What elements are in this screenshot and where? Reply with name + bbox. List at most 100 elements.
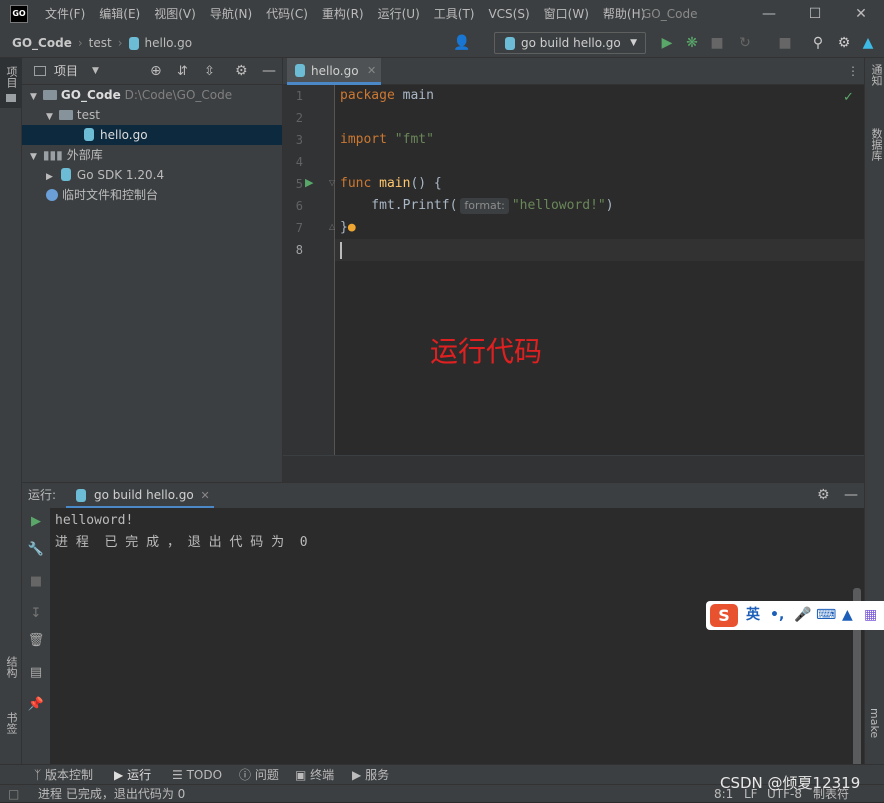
- menu-code[interactable]: 代码(C): [259, 0, 315, 28]
- run-gutter-icon[interactable]: ▶: [305, 176, 313, 189]
- left-tool-strip: 项目 结构 书签: [0, 58, 22, 786]
- line-number: 3: [295, 133, 303, 147]
- breadcrumb-project[interactable]: GO_Code: [12, 28, 72, 58]
- breadcrumb-folder[interactable]: test: [89, 28, 112, 58]
- coverage-icon[interactable]: ■: [707, 33, 727, 53]
- settings-gear-icon[interactable]: ⚙: [834, 33, 854, 53]
- maximize-button[interactable]: ☐: [792, 0, 838, 28]
- tree-item-external-libraries[interactable]: ▼ ▮▮▮ 外部库: [22, 145, 282, 165]
- go-file-icon: [76, 489, 86, 502]
- toolbox-icon[interactable]: ▲: [858, 33, 878, 53]
- pin-icon[interactable]: 📌: [27, 696, 45, 714]
- run-icon[interactable]: ▶: [657, 33, 677, 53]
- minimize-button[interactable]: —: [746, 0, 792, 28]
- tab-version-control[interactable]: ᛉ 版本控制: [34, 765, 93, 785]
- go-file-icon: [505, 37, 515, 50]
- tab-label: 终端: [310, 768, 335, 782]
- code-text: }: [340, 220, 348, 235]
- trash-icon[interactable]: 🗑: [27, 632, 45, 650]
- tab-terminal[interactable]: ▣ 终端: [295, 765, 334, 785]
- go-file-icon: [84, 128, 94, 141]
- tree-item-go-sdk[interactable]: ▶ Go SDK 1.20.4: [22, 165, 282, 185]
- line-number: 4: [295, 155, 303, 169]
- code-string: "helloword!": [511, 198, 606, 213]
- lightbulb-icon[interactable]: ●: [348, 220, 356, 235]
- project-tool-tab[interactable]: 项目: [3, 66, 19, 88]
- settings-gear-icon[interactable]: ⚙: [235, 58, 248, 85]
- scroll-to-end-icon[interactable]: ↧: [27, 605, 45, 623]
- ime-toolbar[interactable]: S 英 •, 🎤 ⌨ ▲ ▦: [706, 601, 884, 630]
- project-panel-title[interactable]: 项目: [54, 58, 78, 85]
- ime-language[interactable]: 英: [746, 601, 760, 630]
- line-number: 2: [295, 111, 303, 125]
- menu-tools[interactable]: 工具(T): [427, 0, 482, 28]
- menu-refactor[interactable]: 重构(R): [315, 0, 371, 28]
- collapse-all-icon[interactable]: ⇳: [204, 58, 215, 85]
- menu-view[interactable]: 视图(V): [147, 0, 203, 28]
- tab-run[interactable]: ▶ 运行: [114, 765, 151, 785]
- status-toggle-icon[interactable]: □: [8, 785, 19, 803]
- tab-label: TODO: [186, 768, 223, 782]
- profile-icon[interactable]: ↻: [735, 33, 755, 53]
- ime-punctuation[interactable]: •,: [770, 601, 784, 630]
- microphone-icon[interactable]: 🎤: [794, 601, 811, 630]
- debug-icon[interactable]: ❋: [682, 33, 702, 53]
- tab-hello-go[interactable]: hello.go ✕: [287, 58, 381, 85]
- breadcrumb-file[interactable]: hello.go: [145, 28, 193, 58]
- run-tab[interactable]: go build hello.go ✕: [66, 483, 214, 508]
- wrench-icon[interactable]: 🔧: [27, 541, 45, 559]
- user-icon[interactable]: 👤: [452, 33, 472, 53]
- database-tool-tab[interactable]: 数据库: [868, 128, 884, 161]
- scratches-icon: [46, 189, 58, 201]
- line-number: 8: [295, 243, 303, 257]
- stop-icon[interactable]: ■: [775, 33, 795, 53]
- notifications-tool-tab[interactable]: 通知: [868, 64, 884, 86]
- rerun-icon[interactable]: ▶: [27, 513, 45, 531]
- menu-window[interactable]: 窗口(W): [537, 0, 596, 28]
- tab-todo[interactable]: ☰ TODO: [172, 765, 222, 785]
- layout-icon[interactable]: ▤: [27, 664, 45, 682]
- tree-item-test-folder[interactable]: ▼ test: [22, 105, 282, 125]
- close-tab-icon[interactable]: ✕: [200, 483, 209, 508]
- stop-icon[interactable]: ■: [27, 573, 45, 591]
- code-content[interactable]: package main import "fmt" func main() { …: [340, 85, 864, 455]
- tree-item-project-root[interactable]: ▼ GO_Code D:\Code\GO_Code: [22, 85, 282, 105]
- run-icon: ▶: [114, 768, 124, 782]
- menu-vcs[interactable]: VCS(S): [481, 0, 536, 28]
- chevron-down-icon[interactable]: ▼: [92, 58, 99, 85]
- expand-all-icon[interactable]: ⇵: [177, 58, 188, 85]
- tree-item-scratches[interactable]: 临时文件和控制台: [22, 185, 282, 205]
- tab-services[interactable]: ▶ 服务: [352, 765, 389, 785]
- editor-tab-bar: hello.go ✕ ⋮: [283, 58, 864, 85]
- run-panel-label: 运行:: [28, 488, 57, 502]
- keyboard-icon[interactable]: ⌨: [816, 601, 836, 630]
- menu-file[interactable]: 文件(F): [38, 0, 92, 28]
- structure-tool-tab[interactable]: 结构: [3, 656, 19, 678]
- fold-icon[interactable]: △: [329, 222, 335, 231]
- skin-shirt-icon[interactable]: ▲: [842, 601, 853, 630]
- branch-icon: ᛉ: [34, 768, 42, 782]
- run-toolbar: ▶ 🔧 ■ ↧ 🗑 ▤ 📌: [22, 508, 50, 787]
- close-button[interactable]: ✕: [838, 0, 884, 28]
- close-tab-icon[interactable]: ✕: [367, 58, 376, 84]
- search-icon[interactable]: ⚲: [808, 33, 828, 53]
- code-text: fmt.Printf(: [340, 198, 458, 213]
- settings-gear-icon[interactable]: ⚙: [817, 483, 830, 508]
- make-tool-tab[interactable]: make: [868, 708, 881, 738]
- bookmarks-tool-tab[interactable]: 书签: [3, 712, 19, 734]
- hide-panel-icon[interactable]: —: [262, 58, 276, 85]
- menu-edit[interactable]: 编辑(E): [92, 0, 147, 28]
- tab-problems[interactable]: ⓘ 问题: [239, 765, 279, 785]
- locate-icon[interactable]: ⊕: [150, 58, 162, 85]
- tree-item-hello-go[interactable]: hello.go: [22, 125, 282, 145]
- hide-panel-icon[interactable]: —: [844, 483, 858, 508]
- console-output[interactable]: helloword! 进 程 已 完 成 ， 退 出 代 码 为 0: [55, 510, 308, 554]
- menu-navigate[interactable]: 导航(N): [203, 0, 259, 28]
- menu-run[interactable]: 运行(U): [371, 0, 427, 28]
- more-tabs-icon[interactable]: ⋮: [847, 64, 859, 78]
- inspection-ok-icon[interactable]: ✓: [843, 90, 854, 105]
- fold-icon[interactable]: ▽: [329, 178, 335, 187]
- apps-grid-icon[interactable]: ▦: [864, 601, 877, 630]
- breadcrumb-separator-icon: ›: [77, 36, 83, 50]
- run-configuration-select[interactable]: go build hello.go ▼: [494, 32, 646, 54]
